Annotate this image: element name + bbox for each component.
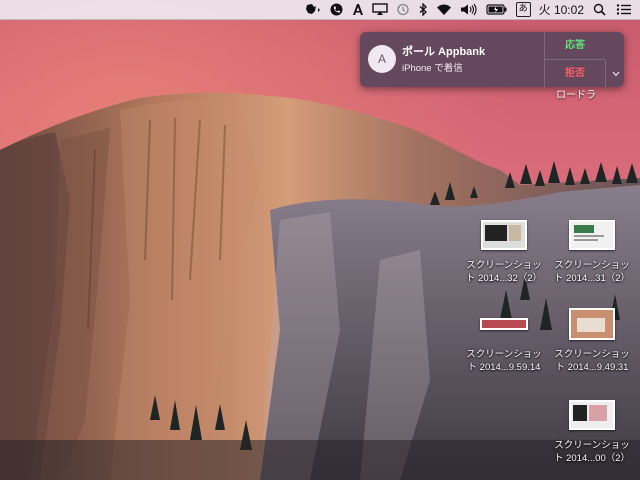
file-name-line2: ト 2014...9.49.31 (555, 362, 629, 373)
file-name-line2: ト 2014...00（2） (553, 453, 631, 464)
desktop-file-screenshot[interactable]: スクリーンショッ ト 2014...32（2） (461, 218, 547, 285)
desktop-file-screenshot[interactable]: スクリーンショッ ト 2014...00（2） (549, 398, 635, 465)
file-name-line2: ト 2014...9.59.14 (467, 362, 541, 373)
file-name-line2: ト 2014...31（2） (553, 273, 631, 284)
desktop-file-screenshot[interactable]: スクリーンショッ ト 2014...31（2） (549, 218, 635, 285)
desktop-file-screenshot[interactable]: スクリーンショッ ト 2014...9.59.14 (461, 307, 547, 374)
input-method-label: あ (515, 2, 531, 17)
wifi-icon[interactable] (432, 0, 456, 19)
menubar-clock[interactable]: 火 10:02 (535, 0, 588, 19)
script-a-icon[interactable] (347, 0, 368, 19)
volume-icon[interactable] (456, 0, 482, 19)
bluetooth-icon[interactable] (414, 0, 432, 19)
notification-actions: 応答 拒否 (544, 32, 624, 87)
call-source: iPhone で着信 (402, 63, 463, 74)
file-name-line2: ト 2014...32（2） (465, 273, 543, 284)
file-thumbnail (569, 220, 615, 250)
evernote-icon[interactable] (300, 0, 326, 19)
caller-name: ポール Appbank (402, 46, 486, 58)
desktop-icon-label-partial: ロードラ (556, 90, 596, 101)
file-name-line1: スクリーンショッ (466, 260, 542, 271)
incoming-call-notification[interactable]: A ポール Appbank iPhone で着信 応答 拒否 (360, 32, 624, 87)
file-thumbnail (481, 220, 527, 250)
airplay-icon[interactable] (368, 0, 392, 19)
decline-call-button[interactable]: 拒否 (545, 60, 605, 87)
desktop-file-screenshot[interactable]: スクリーンショッ ト 2014...9.49.31 (549, 307, 635, 374)
file-name-line1: スクリーンショッ (554, 349, 630, 360)
decline-options-button[interactable] (605, 60, 624, 87)
file-thumbnail (569, 308, 615, 340)
file-thumbnail (480, 318, 528, 330)
notification-center-icon[interactable] (612, 0, 640, 19)
input-method-menu[interactable]: あ (512, 0, 535, 19)
time-machine-icon[interactable] (392, 0, 414, 19)
file-thumbnail (569, 400, 615, 430)
phone-icon[interactable] (326, 0, 347, 19)
file-name-line1: スクリーンショッ (554, 440, 630, 451)
caller-avatar: A (368, 45, 396, 73)
file-name-line1: スクリーンショッ (466, 349, 542, 360)
accept-call-button[interactable]: 応答 (545, 32, 605, 60)
chevron-down-icon (612, 71, 620, 76)
battery-icon[interactable] (482, 0, 512, 19)
spotlight-icon[interactable] (588, 0, 612, 19)
menu-bar: あ 火 10:02 (0, 0, 640, 20)
file-name-line1: スクリーンショッ (554, 260, 630, 271)
clock-text: 火 10:02 (538, 3, 584, 17)
